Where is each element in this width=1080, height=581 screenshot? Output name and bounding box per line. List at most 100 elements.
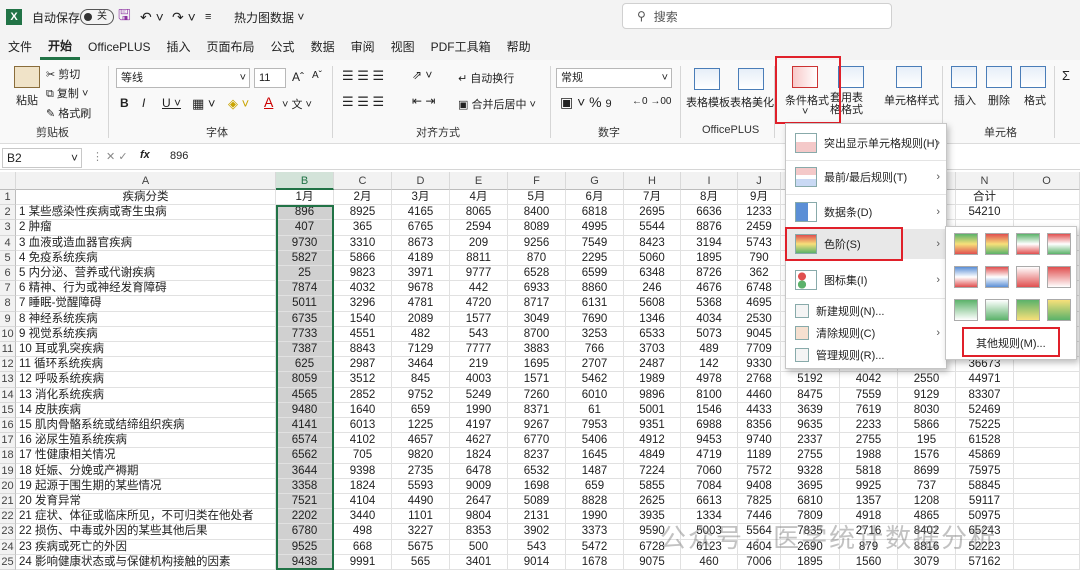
row-header[interactable]: 18	[0, 448, 16, 464]
table-cell[interactable]: 16 泌尿生殖系统疾病	[16, 433, 276, 449]
table-cell[interactable]: 2987	[334, 357, 392, 373]
redo-icon[interactable]: ↷ ˅	[172, 0, 196, 34]
table-cell[interactable]: 4165	[392, 205, 450, 221]
table-cell[interactable]: 6988	[681, 418, 738, 434]
table-cell[interactable]: 5593	[392, 478, 450, 494]
table-cell[interactable]: 1357	[840, 494, 898, 510]
table-cell[interactable]: 6810	[781, 494, 840, 510]
table-cell[interactable]: 6765	[392, 220, 450, 236]
table-cell[interactable]: 9267	[508, 418, 566, 434]
format-as-table-icon[interactable]	[838, 66, 864, 88]
table-cell[interactable]: 6528	[508, 266, 566, 282]
menu-pdf-tools[interactable]: PDF工具箱	[423, 34, 499, 60]
row-header[interactable]: 16	[0, 418, 16, 434]
table-cell[interactable]: 6478	[450, 463, 508, 479]
table-cell[interactable]: 8237	[508, 448, 566, 464]
table-cell[interactable]: 5406	[566, 433, 624, 449]
row-header[interactable]: 21	[0, 494, 16, 510]
table-cell[interactable]: 1346	[624, 311, 681, 327]
table-cell[interactable]	[1014, 539, 1080, 555]
table-cell[interactable]: 1487	[566, 463, 624, 479]
table-cell[interactable]: 6348	[624, 266, 681, 282]
table-cell[interactable]: 2735	[392, 463, 450, 479]
table-cell[interactable]: 1560	[840, 554, 898, 570]
table-cell[interactable]	[1014, 509, 1080, 525]
table-cell[interactable]: 790	[738, 250, 781, 266]
table-cell[interactable]: 9009	[450, 478, 508, 494]
table-cell[interactable]: 9398	[334, 463, 392, 479]
table-beautify-button[interactable]: 表格美化	[730, 94, 774, 110]
table-cell[interactable]: 4460	[738, 387, 781, 403]
table-cell[interactable]: 23 疾病或死亡的外因	[16, 539, 276, 555]
table-cell[interactable]: 1640	[334, 402, 392, 418]
name-box[interactable]: B2 ˅	[2, 148, 82, 168]
menu-insert[interactable]: 插入	[159, 34, 199, 60]
table-cell[interactable]: 6月	[566, 190, 624, 206]
table-cell[interactable]	[1014, 418, 1080, 434]
table-cell[interactable]: 2233	[840, 418, 898, 434]
table-cell[interactable]: 7月	[624, 190, 681, 206]
table-cell[interactable]: 20 发育异常	[16, 494, 276, 510]
align-top-icon[interactable]: ☰ ☰ ☰	[342, 68, 384, 84]
row-header[interactable]: 5	[0, 250, 16, 266]
table-cell[interactable]: 4781	[392, 296, 450, 312]
color-scale-swatch[interactable]	[1016, 266, 1040, 288]
table-cell[interactable]: 7260	[508, 387, 566, 403]
menu-review[interactable]: 审阅	[343, 34, 383, 60]
table-cell[interactable]: 75225	[956, 418, 1014, 434]
table-cell[interactable]: 6818	[566, 205, 624, 221]
table-cell[interactable]: 4104	[334, 494, 392, 510]
table-cell[interactable]: 11 循环系统疾病	[16, 357, 276, 373]
table-cell[interactable]: 5001	[624, 402, 681, 418]
table-cell[interactable]: 1895	[781, 554, 840, 570]
grow-font-icon[interactable]: Aˆ	[292, 70, 304, 84]
table-cell[interactable]: 8860	[566, 281, 624, 297]
table-cell[interactable]	[1014, 554, 1080, 570]
table-cell[interactable]: 2530	[738, 311, 781, 327]
table-cell[interactable]: 659	[566, 478, 624, 494]
table-cell[interactable]: 5866	[898, 418, 956, 434]
column-header-c[interactable]: C	[334, 172, 392, 190]
number-format-select[interactable]: 常规 ˅	[556, 68, 672, 88]
table-cell[interactable]: 870	[508, 250, 566, 266]
table-cell[interactable]: 8699	[898, 463, 956, 479]
table-cell[interactable]: 9129	[898, 387, 956, 403]
table-cell[interactable]: 8月	[681, 190, 738, 206]
table-cell[interactable]: 500	[450, 539, 508, 555]
row-header[interactable]: 9	[0, 311, 16, 327]
table-cell[interactable]: 498	[334, 524, 392, 540]
table-cell[interactable]: 1645	[566, 448, 624, 464]
row-header[interactable]: 19	[0, 463, 16, 479]
table-cell[interactable]: 9453	[681, 433, 738, 449]
table-cell[interactable]: 659	[392, 402, 450, 418]
insert-button[interactable]: 插入	[954, 92, 976, 108]
table-beautify-icon[interactable]	[738, 68, 764, 90]
table-cell[interactable]: 705	[334, 448, 392, 464]
table-cell[interactable]: 9678	[392, 281, 450, 297]
italic-icon[interactable]: I	[142, 96, 145, 110]
table-cell[interactable]: 1824	[334, 478, 392, 494]
table-cell[interactable]: 合计	[956, 190, 1014, 206]
table-cell[interactable]: 7060	[681, 463, 738, 479]
row-header[interactable]: 7	[0, 281, 16, 297]
sum-icon[interactable]: Σ	[1062, 68, 1070, 83]
table-cell[interactable]: 5 内分泌、营养或代谢疾病	[16, 266, 276, 282]
table-cell[interactable]: 8356	[738, 418, 781, 434]
row-header[interactable]: 13	[0, 372, 16, 388]
table-cell[interactable]: 668	[334, 539, 392, 555]
cut-button[interactable]: ✂ 剪切	[46, 66, 80, 82]
menu-home[interactable]: 开始	[40, 34, 81, 60]
table-cell[interactable]: 22 损伤、中毒或外因的某些其他后果	[16, 524, 276, 540]
highlight-rules-item[interactable]: 突出显示单元格规则(H) ›	[786, 128, 946, 158]
table-cell[interactable]: 1233	[738, 205, 781, 221]
table-cell[interactable]: 6131	[566, 296, 624, 312]
table-cell[interactable]: 3049	[508, 311, 566, 327]
table-cell[interactable]	[1014, 524, 1080, 540]
table-cell[interactable]: 1 某些感染性疾病或寄生虫病	[16, 205, 276, 221]
table-cell[interactable]: 2625	[624, 494, 681, 510]
color-scale-swatch[interactable]	[954, 266, 978, 288]
table-cell[interactable]: 9328	[781, 463, 840, 479]
table-cell[interactable]: 565	[392, 554, 450, 570]
table-cell[interactable]: 7559	[840, 387, 898, 403]
table-cell[interactable]: 58845	[956, 478, 1014, 494]
